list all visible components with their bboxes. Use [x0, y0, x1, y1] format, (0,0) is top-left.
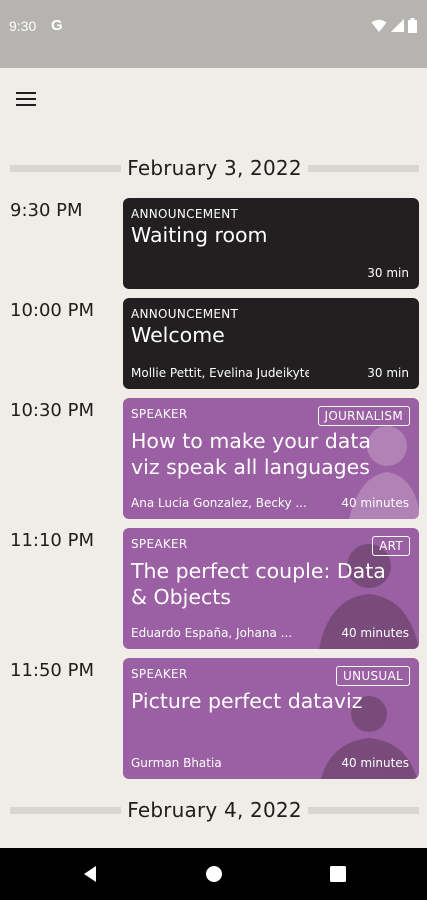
session-title-line: The perfect couple: Data [131, 559, 386, 583]
home-icon[interactable] [204, 864, 224, 884]
date-label: February 4, 2022 [127, 798, 302, 822]
date-divider: February 4, 2022 [10, 793, 419, 827]
status-bar: 9:30 G [0, 0, 427, 68]
session-title: How to make your data viz speak all lang… [131, 428, 411, 480]
topic-tag: UNUSUAL [336, 666, 410, 686]
date-label: February 3, 2022 [127, 156, 302, 180]
session-kind: ANNOUNCEMENT [131, 207, 239, 221]
topic-tag: ART [372, 536, 410, 556]
slot-time: 11:50 PM [10, 660, 94, 681]
slot-time: 10:00 PM [10, 300, 94, 321]
signal-icon [391, 19, 404, 32]
session-duration: 30 min [367, 366, 409, 380]
session-title: The perfect couple: Data & Objects [131, 558, 411, 610]
session-title-line: How to make your data [131, 429, 371, 453]
session-people: Gurman Bhatia [131, 756, 222, 770]
session-title-line: viz speak all languages [131, 455, 370, 479]
back-icon[interactable] [80, 864, 100, 884]
session-card[interactable]: ANNOUNCEMENT Waiting room 30 min [123, 198, 419, 289]
session-title: Waiting room [131, 222, 411, 248]
session-people: Ana Lucia Gonzalez, Becky ... [131, 496, 307, 510]
slot-time: 11:10 PM [10, 530, 94, 551]
wifi-icon [371, 19, 387, 32]
session-card[interactable]: SPEAKER ART The perfect couple: Data & O… [123, 528, 419, 649]
session-duration: 40 minutes [341, 626, 409, 640]
session-kind: SPEAKER [131, 537, 188, 551]
topic-tag: JOURNALISM [317, 406, 410, 426]
status-time: 9:30 [9, 18, 37, 34]
session-kind: SPEAKER [131, 407, 188, 421]
session-kind: ANNOUNCEMENT [131, 307, 239, 321]
status-icons [371, 18, 417, 33]
session-card[interactable]: ANNOUNCEMENT Welcome Mollie Pettit, Evel… [123, 298, 419, 389]
session-people: Mollie Pettit, Evelina Judeikyte [131, 366, 309, 380]
session-duration: 40 minutes [341, 496, 409, 510]
session-title-line: Waiting room [131, 223, 268, 247]
session-duration: 40 minutes [341, 756, 409, 770]
session-duration: 30 min [367, 266, 409, 280]
slot-time: 10:30 PM [10, 400, 94, 421]
session-title-line: Picture perfect dataviz [131, 689, 363, 713]
session-title-line: Welcome [131, 323, 225, 347]
recents-icon[interactable] [328, 864, 348, 884]
date-divider: February 3, 2022 [10, 151, 419, 185]
battery-icon [408, 18, 417, 33]
session-people: Eduardo España, Johana ... [131, 626, 293, 640]
session-card[interactable]: SPEAKER JOURNALISM How to make your data… [123, 398, 419, 519]
navigation-bar [0, 848, 427, 900]
session-title-line: & Objects [131, 585, 231, 609]
menu-icon[interactable] [16, 86, 46, 112]
session-title: Welcome [131, 322, 411, 348]
app-bar [0, 68, 427, 130]
session-card[interactable]: SPEAKER UNUSUAL Picture perfect dataviz … [123, 658, 419, 779]
session-kind: SPEAKER [131, 667, 188, 681]
session-title: Picture perfect dataviz [131, 688, 411, 714]
slot-time: 9:30 PM [10, 200, 83, 221]
google-g-icon: G [51, 17, 63, 34]
